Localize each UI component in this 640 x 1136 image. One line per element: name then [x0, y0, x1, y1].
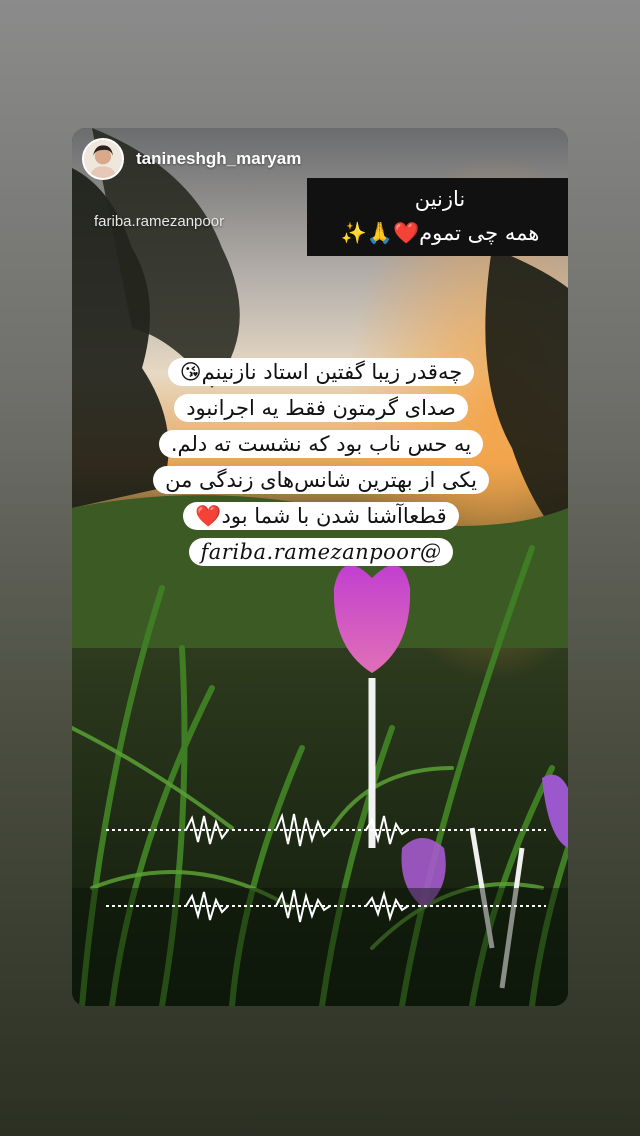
quote-line: یه حس ناب بود که نشست ته دلم. [116, 426, 526, 462]
sticker-line-2: همه چی تموم❤️🙏✨ [340, 221, 540, 245]
username[interactable]: tanineshgh_maryam [136, 149, 301, 169]
quote-handle-line[interactable]: fariba.ramezanpoor@ [116, 534, 526, 570]
text-sticker: نازنین همه چی تموم❤️🙏✨ [307, 178, 568, 256]
audio-waveform-icon [106, 810, 546, 850]
quote-text-block: چه‌قدر زیبا گفتین استاد نازنینم😘 صدای گر… [116, 354, 526, 570]
quote-line: قطعاآشنا شدن با شما بود❤️ [116, 498, 526, 534]
avatar[interactable] [82, 138, 124, 180]
story-card[interactable]: tanineshgh_maryam fariba.ramezanpoor ناز… [72, 128, 568, 1006]
quote-line: صدای گرمتون فقط یه اجرانبود [116, 390, 526, 426]
quote-line: یکی از بهترین شانس‌های زندگی من [116, 462, 526, 498]
audio-waveform-icon [106, 886, 546, 926]
quote-line: چه‌قدر زیبا گفتین استاد نازنینم😘 [116, 354, 526, 390]
story-header: tanineshgh_maryam [82, 138, 301, 180]
sticker-line-1: نازنین [414, 187, 466, 211]
mention-tag[interactable]: fariba.ramezanpoor [94, 213, 224, 230]
